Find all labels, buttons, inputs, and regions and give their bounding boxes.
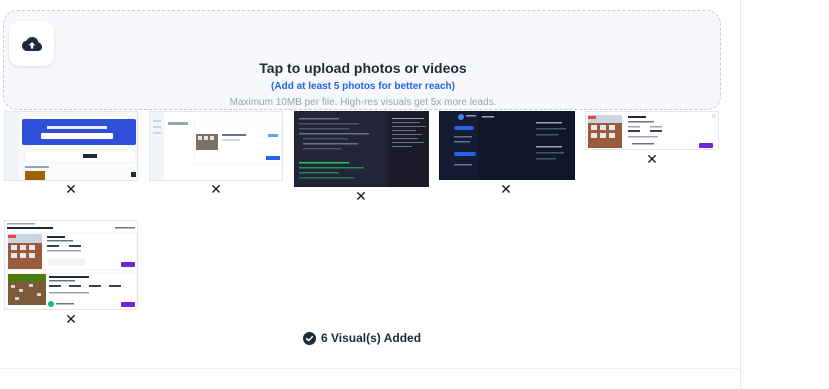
- visuals-added-status: 6 Visual(s) Added: [303, 331, 421, 345]
- thumbnail-1: [4, 111, 138, 181]
- upload-hint: Maximum 10MB per file. High-res visuals …: [229, 97, 497, 108]
- remove-thumbnail-4[interactable]: ✕: [499, 183, 513, 197]
- cloud-upload-icon: [21, 36, 42, 51]
- visuals-added-label: 6 Visual(s) Added: [321, 331, 422, 345]
- thumbnail-6: [4, 220, 138, 310]
- remove-thumbnail-6[interactable]: ✕: [64, 313, 78, 327]
- thumbnail-4-image: [440, 112, 574, 179]
- thumbnail-5-image: [586, 112, 718, 149]
- upload-subtitle: (Add at least 5 photos for better reach): [271, 81, 455, 92]
- thumbnail-2: [149, 111, 283, 181]
- thumbnail-4: [439, 111, 575, 180]
- upload-dropzone[interactable]: Tap to upload photos or videos (Add at l…: [3, 10, 721, 110]
- thumbnail-6-image: [5, 221, 137, 309]
- thumbnail-3-image: [295, 112, 428, 186]
- thumbnail-3: [294, 111, 429, 187]
- remove-thumbnail-3[interactable]: ✕: [354, 190, 368, 204]
- upload-panel: Tap to upload photos or videos (Add at l…: [0, 0, 741, 389]
- divider: [0, 368, 741, 369]
- thumbnail-5: [585, 111, 719, 150]
- thumbnail-1-image: [5, 112, 137, 180]
- thumbnail-2-image: [150, 112, 282, 180]
- remove-thumbnail-1[interactable]: ✕: [64, 183, 78, 197]
- upload-title: Tap to upload photos or videos: [259, 60, 467, 76]
- check-circle-icon: [303, 331, 316, 345]
- remove-thumbnail-5[interactable]: ✕: [645, 153, 659, 167]
- remove-thumbnail-2[interactable]: ✕: [209, 183, 223, 197]
